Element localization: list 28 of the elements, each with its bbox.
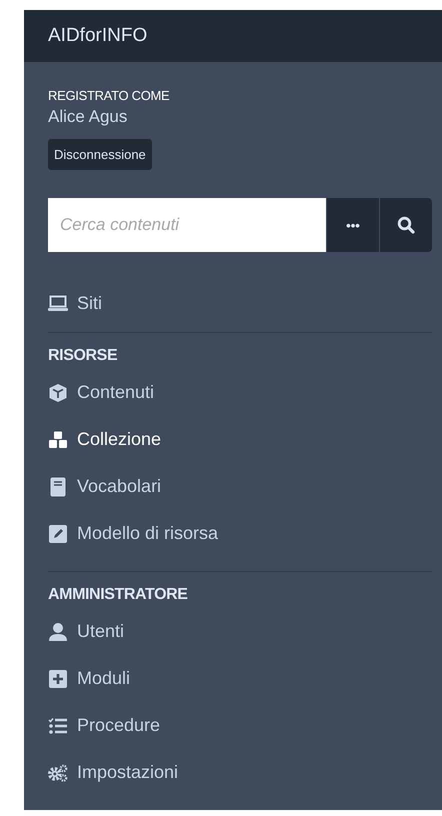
- nav-link[interactable]: Impostazioni: [48, 749, 178, 796]
- section-heading: AMMINISTRATORE: [48, 586, 189, 604]
- search-button[interactable]: [379, 198, 432, 252]
- nav-link[interactable]: Moduli: [48, 655, 130, 702]
- nav-link[interactable]: Collezione: [48, 416, 162, 463]
- search-field[interactable]: Cerca contenuti: [48, 198, 326, 252]
- search-icon: [397, 216, 415, 234]
- user-icon: [48, 622, 68, 642]
- book-icon: [48, 476, 68, 496]
- edit-icon: [48, 524, 68, 544]
- cubes-icon: [48, 430, 68, 450]
- gears-icon: [48, 762, 68, 782]
- logout-button[interactable]: Disconnessione: [48, 139, 152, 170]
- logged-in-caption: REGISTRATO COME: [48, 88, 170, 103]
- plus-square-icon: [48, 668, 68, 688]
- advanced-search-button[interactable]: •••: [326, 198, 379, 252]
- nav-link[interactable]: Utenti: [48, 608, 124, 655]
- checklist-icon: [48, 716, 68, 736]
- nav-link[interactable]: Modello di risorsa: [48, 510, 218, 557]
- user-name-link[interactable]: Alice Agus: [48, 107, 128, 127]
- cube-icon: [48, 382, 68, 402]
- laptop-icon: [48, 293, 68, 313]
- nav-link[interactable]: Contenuti: [48, 369, 154, 416]
- section-heading: RISORSE: [48, 347, 118, 365]
- nav-link[interactable]: Procedure: [48, 702, 160, 749]
- nav-link[interactable]: Siti: [48, 288, 102, 318]
- site-brand[interactable]: AIDforINFO: [48, 25, 148, 47]
- nav-link[interactable]: Vocabolari: [48, 463, 162, 510]
